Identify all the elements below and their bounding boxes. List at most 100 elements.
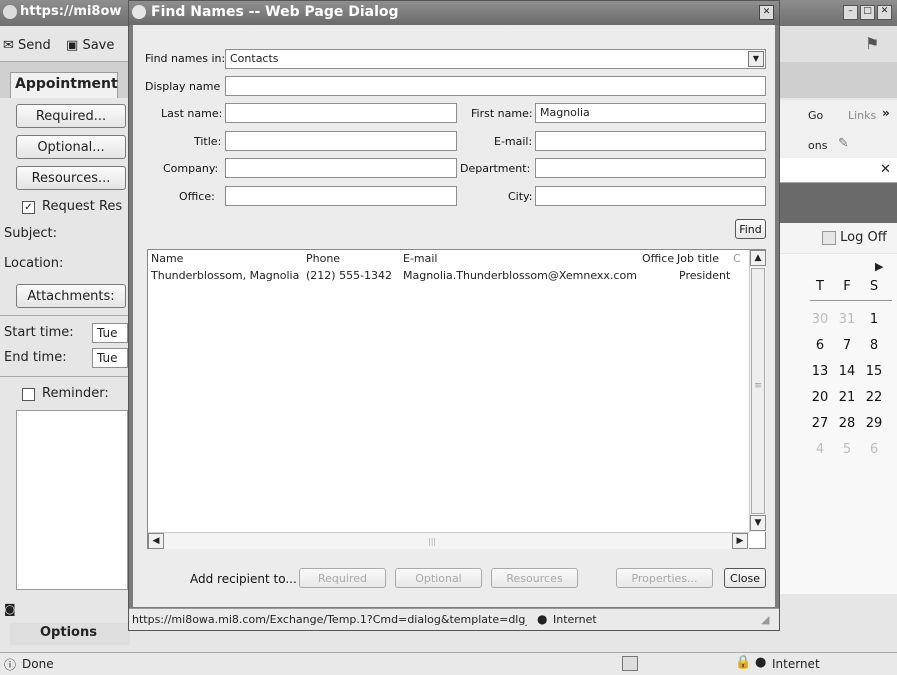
last-name-label: Last name: <box>161 107 223 120</box>
column-header-company[interactable]: C <box>733 252 741 265</box>
calendar-day[interactable]: 6 <box>864 442 884 457</box>
title-field[interactable] <box>225 131 457 151</box>
calendar-day[interactable]: 13 <box>810 364 830 379</box>
go-button[interactable]: Go <box>808 109 823 122</box>
calendar-day[interactable]: 8 <box>864 338 884 353</box>
zone-label: Internet <box>772 657 820 671</box>
calendar-day[interactable]: 29 <box>864 416 884 431</box>
dialog-status-bar: https://mi8owa.mi8.com/Exchange/Temp.1?C… <box>129 608 779 630</box>
row-name: Thunderblossom, Magnolia <box>151 269 300 282</box>
add-resources-button[interactable]: Resources <box>491 568 578 588</box>
find-in-select[interactable]: Contacts ▼ <box>225 49 766 69</box>
city-label: City: <box>508 190 533 203</box>
chevron-down-icon[interactable]: ▼ <box>748 51 764 67</box>
calendar-day[interactable]: 15 <box>864 364 884 379</box>
required-button[interactable]: Required... <box>16 104 126 128</box>
calendar-day[interactable]: 22 <box>864 390 884 405</box>
calendar-day[interactable]: 6 <box>810 338 830 353</box>
options-partial-label: ons <box>808 139 828 152</box>
dialog-title-bar: Find Names -- Web Page Dialog ✕ <box>129 1 779 25</box>
close-panel-icon[interactable]: ✕ <box>880 162 891 177</box>
close-icon[interactable]: ✕ <box>877 5 892 20</box>
done-icon: ⓘ <box>4 658 17 672</box>
find-button[interactable]: Find <box>735 219 766 239</box>
calendar-day[interactable]: 14 <box>837 364 857 379</box>
properties-button[interactable]: Properties... <box>616 568 713 588</box>
calendar-day[interactable]: 20 <box>810 390 830 405</box>
scroll-up-icon[interactable]: ▲ <box>750 250 766 266</box>
logoff-icon <box>822 230 836 245</box>
calendar-day[interactable]: 27 <box>810 416 830 431</box>
column-header-email[interactable]: E-mail <box>403 252 438 265</box>
department-field[interactable] <box>535 158 766 178</box>
scroll-thumb[interactable]: ≡ <box>751 268 765 514</box>
close-button[interactable]: Close <box>724 568 766 588</box>
logoff-button[interactable]: Log Off <box>822 230 887 245</box>
start-date-field[interactable]: Tue <box>92 323 128 343</box>
popup-blocker-icon[interactable] <box>622 656 638 671</box>
notes-textarea[interactable] <box>16 410 128 590</box>
email-field[interactable] <box>535 131 766 151</box>
scroll-left-icon[interactable]: ◀ <box>148 533 164 549</box>
first-name-field[interactable]: Magnolia <box>535 103 766 123</box>
calendar-day[interactable]: 30 <box>810 312 830 327</box>
attachments-button[interactable]: Attachments: <box>16 284 126 308</box>
column-header-name[interactable]: Name <box>151 252 183 265</box>
pen-icon[interactable]: ✎ <box>838 136 849 151</box>
calendar-day[interactable]: 1 <box>864 312 884 327</box>
calendar-day[interactable]: 21 <box>837 390 857 405</box>
calendar-day[interactable]: 4 <box>810 442 830 457</box>
windows-logo-icon: ⚑ <box>865 34 880 53</box>
vertical-scrollbar[interactable]: ▲ ≡ ▼ <box>749 250 766 532</box>
options-section[interactable]: Options <box>10 623 130 645</box>
office-field[interactable] <box>225 186 457 206</box>
scroll-right-icon[interactable]: ▶ <box>732 533 748 549</box>
company-field[interactable] <box>225 158 457 178</box>
minimize-icon[interactable]: – <box>843 5 858 20</box>
location-label: Location: <box>4 256 64 271</box>
calendar-day[interactable]: 5 <box>837 442 857 457</box>
column-header-phone[interactable]: Phone <box>306 252 340 265</box>
table-row[interactable]: Thunderblossom, Magnolia (212) 555-1342 … <box>148 268 749 284</box>
email-label: E-mail: <box>494 135 533 148</box>
horizontal-scrollbar[interactable]: ◀ ||| ▶ <box>148 532 749 549</box>
request-response-checkbox[interactable]: ✓ <box>22 201 35 214</box>
calendar-day[interactable]: 7 <box>837 338 857 353</box>
save-label: Save <box>82 38 115 53</box>
divider <box>0 315 128 316</box>
add-required-button[interactable]: Required <box>299 568 386 588</box>
office-label: Office: <box>179 190 215 203</box>
resize-grip-icon[interactable]: ◢ <box>761 613 769 626</box>
right-spacer <box>780 62 897 98</box>
links-label[interactable]: Links <box>848 109 876 122</box>
maximize-icon[interactable]: □ <box>860 5 875 20</box>
calendar-day[interactable]: 31 <box>837 312 857 327</box>
end-date-field[interactable]: Tue <box>92 348 128 368</box>
calendar-day[interactable]: 28 <box>837 416 857 431</box>
results-list[interactable]: Name Phone E-mail Office Job title C Thu… <box>147 249 766 549</box>
add-optional-button[interactable]: Optional <box>395 568 482 588</box>
city-field[interactable] <box>535 186 766 206</box>
first-name-label: First name: <box>471 107 533 120</box>
reminder-checkbox[interactable] <box>22 388 35 401</box>
send-button[interactable]: ✉ Send <box>3 38 51 53</box>
results-header: Name Phone E-mail Office Job title C <box>148 250 749 267</box>
next-month-icon[interactable]: ▶ <box>875 260 883 273</box>
appointment-toolbar: ✉ Send ▣ Save <box>0 26 128 62</box>
optional-button[interactable]: Optional... <box>16 135 126 159</box>
divider <box>0 376 128 377</box>
chevron-right-icon[interactable]: » <box>882 106 890 120</box>
save-button[interactable]: ▣ Save <box>66 38 114 53</box>
display-name-label: Display name <box>145 80 221 93</box>
column-header-job-title[interactable]: Job title <box>677 252 719 265</box>
lock-icon: 🔒 <box>735 655 752 670</box>
scroll-down-icon[interactable]: ▼ <box>750 515 766 531</box>
display-name-field[interactable] <box>225 76 766 96</box>
logoff-bar: Log Off <box>780 223 897 253</box>
last-name-field[interactable] <box>225 103 457 123</box>
column-header-office[interactable]: Office <box>642 252 674 265</box>
resources-button[interactable]: Resources... <box>16 166 126 190</box>
find-in-value: Contacts <box>230 52 279 65</box>
tab-appointment[interactable]: Appointment <box>10 72 118 98</box>
dialog-close-icon[interactable]: ✕ <box>759 5 774 20</box>
